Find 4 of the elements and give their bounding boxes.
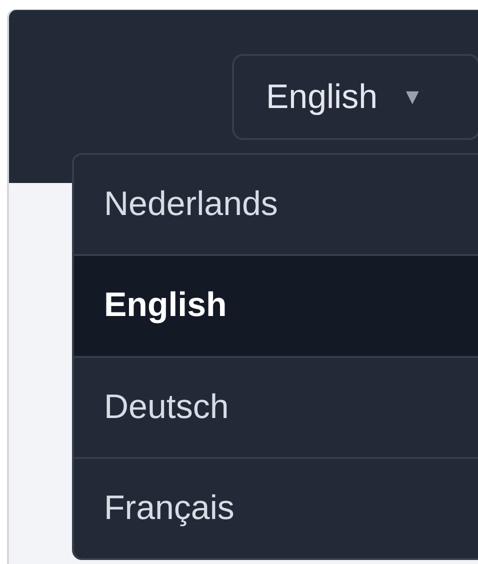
language-option[interactable]: Français (74, 456, 478, 558)
language-option[interactable]: Nederlands (74, 155, 478, 254)
language-dropdown-button[interactable]: English ▼ (232, 54, 478, 140)
language-option[interactable]: English (74, 254, 478, 356)
